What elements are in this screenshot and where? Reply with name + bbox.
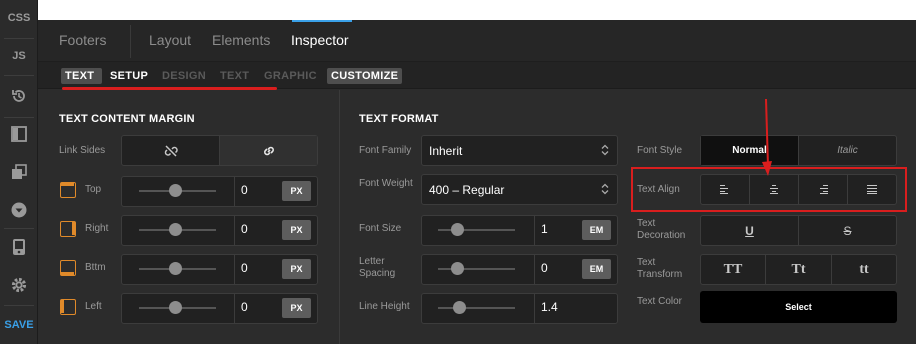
subtab-bar: TEXT SETUP DESIGN TEXT GRAPHIC CUSTOMIZE: [38, 62, 916, 89]
slider-track: [438, 307, 515, 309]
unit-button[interactable]: PX: [282, 220, 311, 240]
font-family-label: Font Family: [359, 145, 412, 156]
uppercase-button[interactable]: TT: [701, 255, 765, 284]
panel-icon[interactable]: [0, 123, 38, 145]
input-divider: [234, 294, 235, 323]
line-height-label: Line Height: [359, 301, 410, 312]
section-title-format: TEXT FORMAT: [359, 113, 439, 125]
rail-divider: [4, 305, 34, 306]
device-icon[interactable]: [0, 236, 38, 258]
strikethrough-button[interactable]: S: [799, 216, 896, 245]
margin-value[interactable]: 0: [241, 222, 248, 236]
slider-handle[interactable]: [169, 301, 182, 314]
unit-button[interactable]: PX: [282, 298, 311, 318]
capitalize-button[interactable]: Tt: [766, 255, 831, 284]
underline-button[interactable]: U: [701, 216, 798, 245]
rail-divider: [4, 75, 34, 76]
subtab-text[interactable]: TEXT: [220, 70, 249, 82]
tab-footers[interactable]: Footers: [59, 32, 106, 48]
rail-divider: [4, 228, 34, 229]
style-italic-button[interactable]: Italic: [799, 136, 896, 165]
tab-elements[interactable]: Elements: [212, 32, 270, 48]
unlink-icon[interactable]: [122, 136, 219, 165]
select-chevron-icon: [598, 142, 612, 158]
margin-top-icon: [60, 182, 76, 198]
link-icon[interactable]: [220, 136, 317, 165]
input-divider: [234, 216, 235, 245]
lowercase-button[interactable]: tt: [832, 255, 896, 284]
slider-handle[interactable]: [169, 262, 182, 275]
active-tab-indicator: [292, 20, 352, 22]
slider-track: [438, 268, 515, 270]
rail-divider: [4, 38, 34, 39]
margin-label: Bttm: [85, 262, 106, 273]
left-rail: CSS JS SAVE: [0, 0, 38, 344]
tab-bar: Footers Layout Elements Inspector: [38, 20, 916, 62]
css-button[interactable]: CSS: [0, 9, 38, 27]
breadcrumb-arrow-icon: [94, 68, 101, 84]
section-title-margin: TEXT CONTENT MARGIN: [59, 113, 195, 125]
margin-value[interactable]: 0: [241, 183, 248, 197]
input-divider: [234, 255, 235, 284]
history-icon[interactable]: [0, 85, 38, 107]
margin-value[interactable]: 0: [241, 261, 248, 275]
link-sides-label: Link Sides: [59, 145, 106, 156]
font-weight-value: 400 – Regular: [429, 183, 505, 197]
annotation-arrow-icon: [762, 98, 772, 176]
subtab-graphic[interactable]: GRAPHIC: [264, 70, 317, 82]
margin-bottom-icon: [60, 260, 76, 276]
unit-button[interactable]: EM: [582, 259, 611, 279]
tab-divider: [130, 25, 131, 58]
font-size-value[interactable]: 1: [541, 222, 548, 236]
select-chevron-icon: [598, 181, 612, 197]
tab-layout[interactable]: Layout: [149, 32, 191, 48]
unit-button[interactable]: EM: [582, 220, 611, 240]
rail-divider: [4, 117, 34, 118]
input-divider: [534, 255, 535, 284]
slider-track: [438, 229, 515, 231]
subtab-customize[interactable]: CUSTOMIZE: [327, 68, 403, 84]
font-weight-label: Font Weight: [359, 178, 413, 189]
margin-label: Left: [85, 301, 102, 312]
input-divider: [234, 177, 235, 206]
dropdown-circle-icon[interactable]: [0, 199, 38, 221]
top-bar: [38, 0, 916, 20]
unit-button[interactable]: PX: [282, 181, 311, 201]
letter-spacing-value[interactable]: 0: [541, 261, 548, 275]
input-divider: [534, 216, 535, 245]
gear-icon[interactable]: [0, 274, 38, 296]
save-button[interactable]: SAVE: [0, 316, 38, 334]
annotation-underline: [62, 87, 277, 90]
column-divider: [339, 90, 340, 344]
tab-inspector[interactable]: Inspector: [291, 32, 349, 48]
text-transform-label: Text Transform: [637, 257, 683, 280]
text-color-label: Text Color: [637, 296, 683, 307]
subtab-design[interactable]: DESIGN: [162, 70, 206, 82]
margin-right-icon: [60, 221, 76, 237]
line-height-value[interactable]: 1.4: [541, 300, 558, 314]
subtab-setup[interactable]: SETUP: [110, 70, 148, 82]
inspector-panel: Footers Layout Elements Inspector TEXT S…: [38, 20, 916, 344]
font-style-label: Font Style: [637, 145, 683, 156]
layers-icon[interactable]: [0, 161, 38, 183]
font-family-value: Inherit: [429, 144, 463, 158]
text-color-select-button[interactable]: Select: [700, 291, 897, 323]
font-size-label: Font Size: [359, 223, 402, 234]
style-normal-button[interactable]: Normal: [701, 136, 798, 165]
slider-handle[interactable]: [169, 223, 182, 236]
margin-label: Top: [85, 184, 102, 195]
text-decoration-label: Text Decoration: [637, 218, 686, 241]
slider-handle[interactable]: [169, 184, 182, 197]
margin-left-icon: [60, 299, 76, 315]
slider-handle[interactable]: [451, 262, 464, 275]
slider-handle[interactable]: [453, 301, 466, 314]
unit-button[interactable]: PX: [282, 259, 311, 279]
input-divider: [534, 294, 535, 323]
js-button[interactable]: JS: [0, 47, 38, 65]
margin-label: Right: [85, 223, 109, 234]
slider-handle[interactable]: [451, 223, 464, 236]
letter-spacing-label: Letter Spacing: [359, 256, 396, 279]
margin-value[interactable]: 0: [241, 300, 248, 314]
